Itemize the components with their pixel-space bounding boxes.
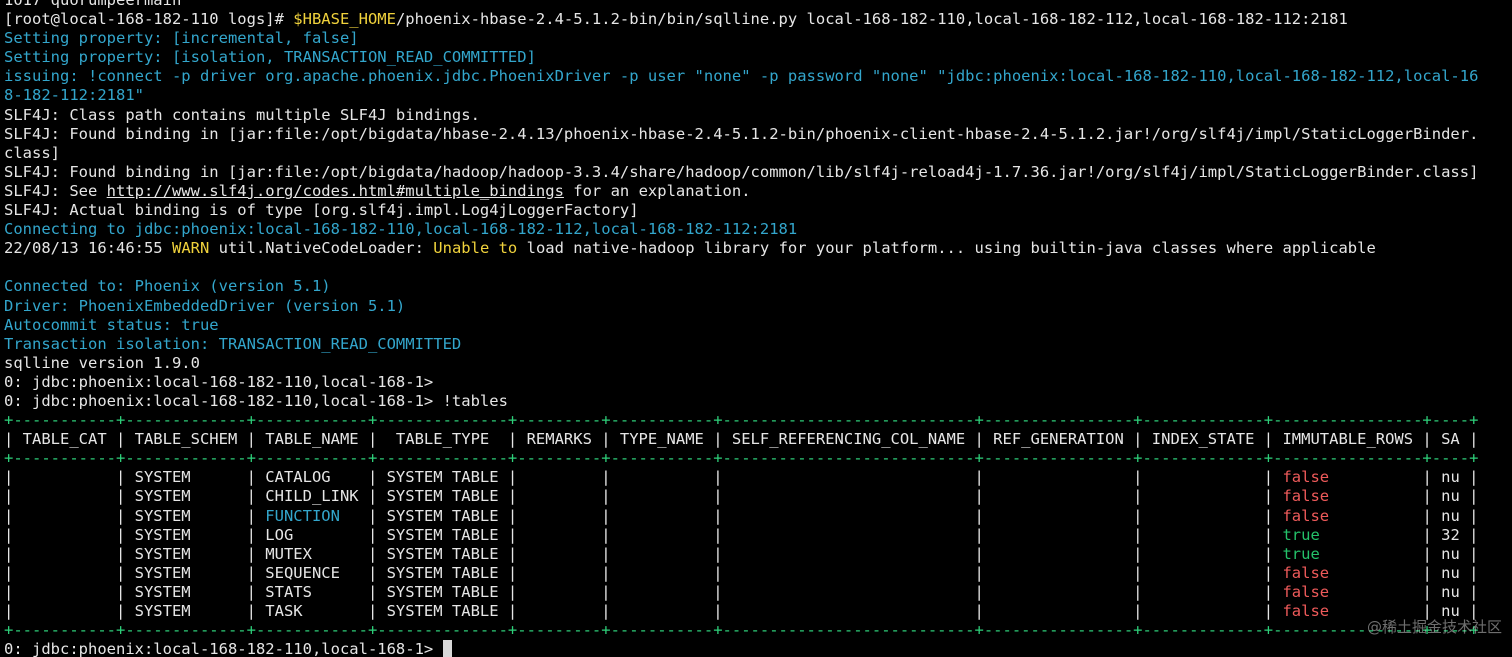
- terminal-text: FUNCTION: [265, 506, 340, 525]
- terminal-line: class]: [4, 144, 1510, 163]
- terminal-text: false: [1282, 582, 1330, 601]
- terminal-text: SLF4J: Actual binding is of type [org.sl…: [4, 201, 639, 220]
- terminal-line: 1017 quorumpeermain: [4, 0, 1510, 10]
- terminal-window[interactable]: 1017 quorumpeermain [root@local-168-182-1…: [0, 0, 1512, 657]
- terminal-text: 0: jdbc:phoenix:local-168-182-110,local-…: [4, 391, 508, 410]
- terminal-text: | | SYSTEM | CHILD_LINK | SYSTEM TABLE |…: [4, 487, 1283, 506]
- terminal-text: sqlline version 1.9.0: [4, 353, 200, 372]
- terminal-line: 8-182-112:2181": [4, 86, 1510, 105]
- terminal-text: | SYSTEM TABLE | | | | | |: [339, 506, 1283, 525]
- terminal-line: sqlline version 1.9.0: [4, 354, 1510, 373]
- terminal-text: 22/08/13 16:46:55: [4, 239, 172, 258]
- terminal-text: | | SYSTEM | CATALOG | SYSTEM TABLE | | …: [4, 468, 1283, 487]
- terminal-text: | | SYSTEM | TASK | SYSTEM TABLE | | | |…: [4, 602, 1283, 620]
- terminal-text: | | SYSTEM |: [4, 506, 266, 525]
- terminal-line: SLF4J: See http://www.slf4j.org/codes.ht…: [4, 182, 1510, 201]
- cursor: [442, 640, 452, 657]
- terminal-text: false: [1282, 602, 1330, 620]
- terminal-text: Autocommit status: true: [4, 315, 219, 334]
- terminal-line: SLF4J: Found binding in [jar:file:/opt/b…: [4, 125, 1510, 144]
- terminal-text: Connected to: Phoenix (version 5.1): [4, 277, 331, 296]
- terminal-line: issuing: !connect -p driver org.apache.p…: [4, 67, 1510, 86]
- terminal-text: | TABLE_CAT | TABLE_SCHEM | TABLE_NAME |…: [4, 430, 1460, 449]
- terminal-line: Autocommit status: true: [4, 316, 1510, 335]
- terminal-text: true: [1282, 525, 1320, 544]
- terminal-text: Setting property: [incremental, false]: [4, 29, 359, 48]
- terminal-text: load native-hadoop library for your plat…: [517, 239, 1376, 258]
- terminal-text: /phoenix-hbase-2.4-5.1.2-bin/bin/sqlline…: [395, 10, 1348, 29]
- terminal-text: | | SYSTEM | STATS | SYSTEM TABLE | | | …: [4, 582, 1283, 601]
- terminal-link[interactable]: http://www.slf4j.org/codes.html#multiple…: [107, 182, 564, 200]
- terminal-text: +-----------+-------------+------------+…: [4, 449, 1479, 468]
- terminal-text: | | SYSTEM | MUTEX | SYSTEM TABLE | | | …: [4, 544, 1283, 563]
- terminal-line: | | SYSTEM | MUTEX | SYSTEM TABLE | | | …: [4, 545, 1510, 564]
- terminal-line: Connecting to jdbc:phoenix:local-168-182…: [4, 220, 1510, 239]
- terminal-line: Setting property: [incremental, false]: [4, 29, 1510, 48]
- terminal-text: +-----------+-------------+------------+…: [4, 621, 1479, 640]
- terminal-text: false: [1282, 506, 1330, 525]
- terminal-text: util.NativeCodeLoader:: [209, 239, 434, 258]
- terminal-line: | | SYSTEM | SEQUENCE | SYSTEM TABLE | |…: [4, 564, 1510, 583]
- terminal-text: issuing: !connect -p driver org.apache.p…: [4, 67, 1479, 86]
- terminal-text: |: [1459, 430, 1479, 449]
- terminal-text: | nu |: [1329, 487, 1479, 506]
- terminal-text: +-----------+-------------+------------+…: [4, 411, 1479, 430]
- terminal-line: SLF4J: Class path contains multiple SLF4…: [4, 106, 1510, 125]
- terminal-line: | TABLE_CAT | TABLE_SCHEM | TABLE_NAME |…: [4, 430, 1510, 449]
- terminal-line: 0: jdbc:phoenix:local-168-182-110,local-…: [4, 373, 1510, 392]
- terminal-line: | | SYSTEM | CHILD_LINK | SYSTEM TABLE |…: [4, 487, 1510, 506]
- terminal-line: Connected to: Phoenix (version 5.1): [4, 277, 1510, 296]
- terminal-line: | | SYSTEM | FUNCTION | SYSTEM TABLE | |…: [4, 507, 1510, 526]
- terminal-text: class]: [4, 143, 60, 162]
- terminal-line: 0: jdbc:phoenix:local-168-182-110,local-…: [4, 392, 1510, 411]
- terminal-text: | 32 |: [1319, 525, 1479, 544]
- terminal-text: | nu |: [1329, 506, 1479, 525]
- terminal-line: | | SYSTEM | STATS | SYSTEM TABLE | | | …: [4, 583, 1510, 602]
- prompt-text: 0: jdbc:phoenix:local-168-182-110,local-…: [4, 640, 443, 657]
- terminal-line: Transaction isolation: TRANSACTION_READ_…: [4, 335, 1510, 354]
- terminal-line: Driver: PhoenixEmbeddedDriver (version 5…: [4, 297, 1510, 316]
- terminal-line: +-----------+-------------+------------+…: [4, 411, 1510, 430]
- watermark: @稀土掘金技术社区: [1366, 618, 1502, 636]
- terminal-text: | nu |: [1319, 544, 1479, 563]
- terminal-text: 8-182-112:2181": [4, 86, 144, 105]
- terminal-text: | nu |: [1329, 468, 1479, 487]
- terminal-line: +-----------+-------------+------------+…: [4, 621, 1510, 640]
- prompt-line[interactable]: 0: jdbc:phoenix:local-168-182-110,local-…: [4, 640, 1510, 657]
- terminal-line: | | SYSTEM | LOG | SYSTEM TABLE | | | | …: [4, 526, 1510, 545]
- terminal-text: SLF4J: See: [4, 181, 107, 200]
- terminal-line: +-----------+-------------+------------+…: [4, 449, 1510, 468]
- terminal-text: | nu |: [1329, 582, 1479, 601]
- terminal-text: Connecting to jdbc:phoenix:local-168-182…: [4, 220, 798, 239]
- terminal-text: [root@local-168-182-110 logs]#: [4, 10, 294, 29]
- terminal-text: Unable to: [433, 239, 518, 258]
- terminal-text: 0: jdbc:phoenix:local-168-182-110,local-…: [4, 372, 434, 391]
- terminal-line: SLF4J: Found binding in [jar:file:/opt/b…: [4, 163, 1510, 182]
- terminal-text: false: [1282, 563, 1330, 582]
- terminal-text: SLF4J: Found binding in [jar:file:/opt/b…: [4, 162, 1479, 181]
- terminal-text: | | SYSTEM | SEQUENCE | SYSTEM TABLE | |…: [4, 563, 1283, 582]
- terminal-text: SLF4J: Class path contains multiple SLF4…: [4, 105, 480, 124]
- terminal-text: Transaction isolation: TRANSACTION_READ_…: [4, 334, 462, 353]
- terminal-text: WARN: [171, 239, 210, 258]
- terminal-output: 1017 quorumpeermain [root@local-168-182-1…: [4, 0, 1510, 657]
- terminal-text: 1017 quorumpeermain: [4, 0, 182, 9]
- terminal-text: SLF4J: Found binding in [jar:file:/opt/b…: [4, 124, 1479, 143]
- terminal-text: false: [1282, 468, 1330, 487]
- terminal-line: | | SYSTEM | CATALOG | SYSTEM TABLE | | …: [4, 468, 1510, 487]
- terminal-text: | | SYSTEM | LOG | SYSTEM TABLE | | | | …: [4, 525, 1283, 544]
- terminal-line: | | SYSTEM | TASK | SYSTEM TABLE | | | |…: [4, 602, 1510, 621]
- terminal-text: Setting property: [isolation, TRANSACTIO…: [4, 48, 536, 67]
- terminal-line: Setting property: [isolation, TRANSACTIO…: [4, 48, 1510, 67]
- terminal-text: $HBASE_HOME: [293, 10, 396, 29]
- terminal-line: SLF4J: Actual binding is of type [org.sl…: [4, 201, 1510, 220]
- terminal-text: true: [1282, 544, 1320, 563]
- terminal-text: false: [1282, 487, 1330, 506]
- terminal-text: | nu |: [1329, 563, 1479, 582]
- terminal-line: 22/08/13 16:46:55 WARN util.NativeCodeLo…: [4, 239, 1510, 258]
- terminal-line: [root@local-168-182-110 logs]# $HBASE_HO…: [4, 10, 1510, 29]
- terminal-text: Driver: PhoenixEmbeddedDriver (version 5…: [4, 296, 406, 315]
- terminal-text: for an explanation.: [563, 181, 751, 200]
